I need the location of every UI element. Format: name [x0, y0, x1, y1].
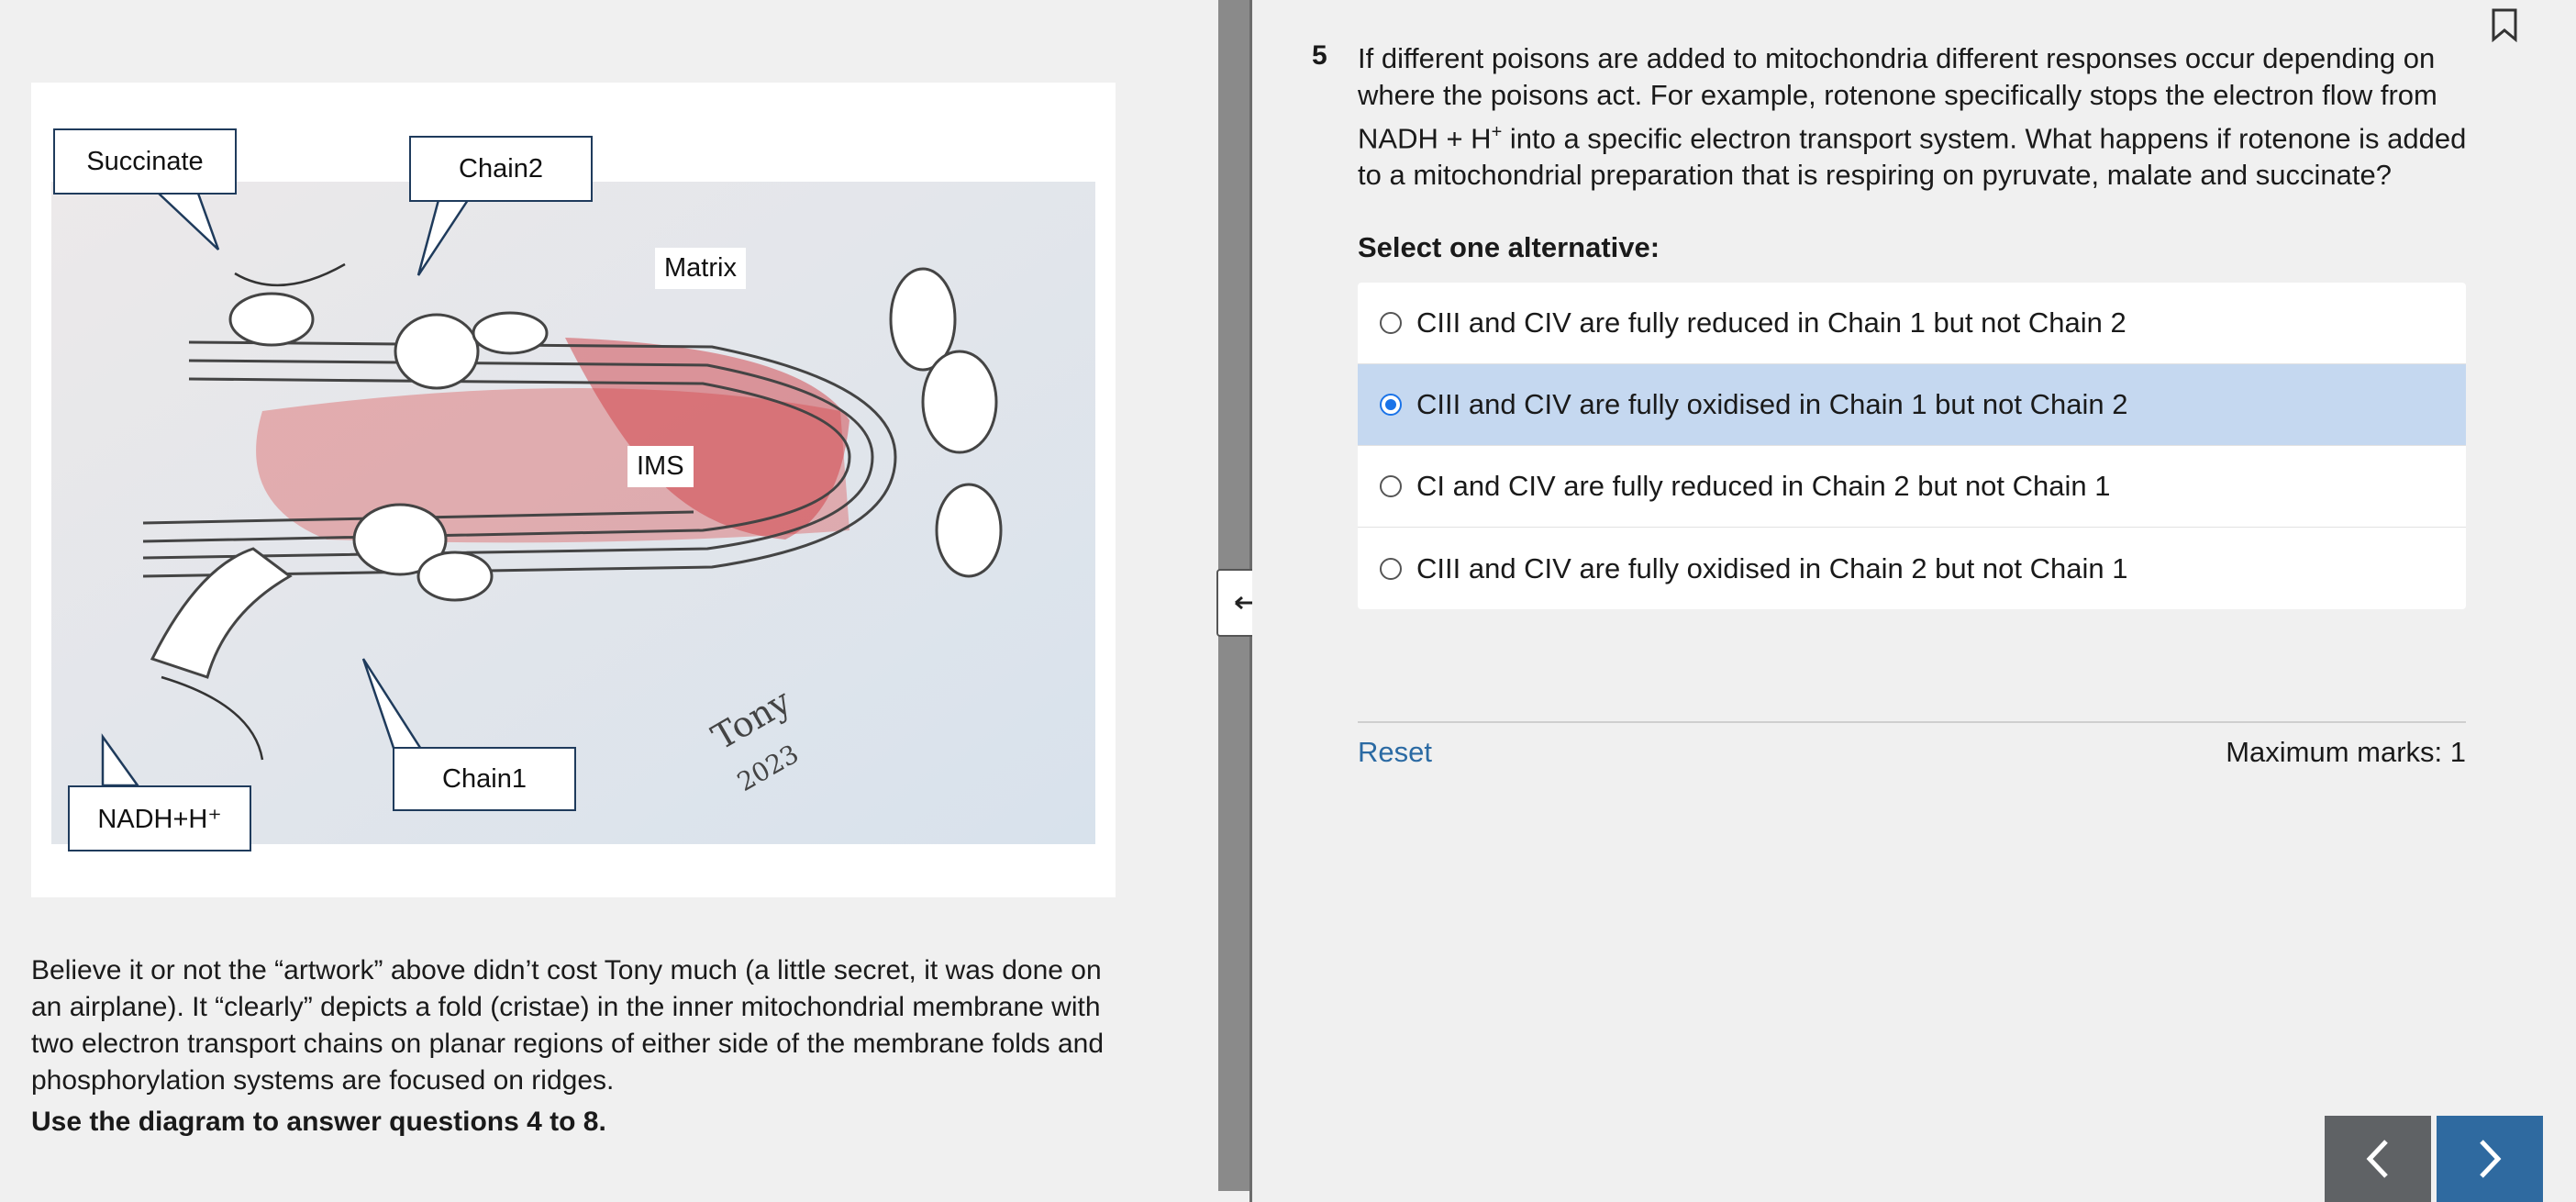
label-nadh: NADH+H⁺ — [68, 785, 251, 851]
left-pane: Tony 2023 Succinate Chain2 Matrix IMS Ch… — [0, 0, 1218, 1202]
question-text-part2: into a specific electron transport syste… — [1358, 122, 2467, 192]
select-instruction: Select one alternative: — [1358, 231, 1660, 263]
radio-button[interactable] — [1380, 312, 1402, 334]
question-text: If different poisons are added to mitoch… — [1358, 40, 2468, 194]
answer-options: CIII and CIV are fully reduced in Chain … — [1358, 283, 2466, 609]
label-chain2-text: Chain2 — [459, 153, 543, 184]
cristae-drawing: Tony 2023 — [51, 182, 1095, 844]
answer-option-label: CIII and CIV are fully reduced in Chain … — [1416, 306, 2126, 339]
figure-instruction: Use the diagram to answer questions 4 to… — [31, 1107, 606, 1137]
maximum-marks: Maximum marks: 1 — [2226, 736, 2466, 768]
bookmark-icon[interactable] — [2490, 7, 2519, 42]
answer-option-selected[interactable]: CIII and CIV are fully oxidised in Chain… — [1358, 364, 2466, 446]
figure-description: Believe it or not the “artwork” above di… — [31, 955, 1105, 1096]
answer-option-label: CIII and CIV are fully oxidised in Chain… — [1416, 388, 2128, 420]
answer-option[interactable]: CI and CIV are fully reduced in Chain 2 … — [1358, 446, 2466, 528]
label-nadh-text: NADH+H⁺ — [97, 804, 222, 834]
answer-option-label: CIII and CIV are fully oxidised in Chain… — [1416, 551, 2128, 584]
label-chain1-text: Chain1 — [442, 763, 527, 794]
chevron-left-icon — [2366, 1140, 2388, 1178]
next-button[interactable] — [2437, 1116, 2543, 1202]
divider-rule — [1358, 721, 2466, 723]
question-text-sup: + — [1491, 122, 1503, 142]
radio-button[interactable] — [1380, 475, 1402, 497]
answer-option-label: CI and CIV are fully reduced in Chain 2 … — [1416, 470, 2111, 502]
label-matrix: Matrix — [655, 248, 746, 289]
label-chain2: Chain2 — [409, 136, 593, 202]
chevron-right-icon — [2480, 1140, 2502, 1178]
radio-button[interactable] — [1380, 557, 1402, 580]
answer-option[interactable]: CIII and CIV are fully oxidised in Chain… — [1358, 528, 2466, 609]
label-succinate-text: Succinate — [86, 146, 204, 176]
reset-link[interactable]: Reset — [1358, 736, 1432, 769]
label-succinate: Succinate — [53, 128, 237, 195]
answer-option[interactable]: CIII and CIV are fully reduced in Chain … — [1358, 283, 2466, 364]
label-ims: IMS — [627, 446, 694, 487]
radio-button-checked[interactable] — [1380, 394, 1402, 416]
previous-button[interactable] — [2325, 1116, 2431, 1202]
question-number: 5 — [1312, 40, 1327, 71]
label-chain1: Chain1 — [393, 747, 576, 811]
